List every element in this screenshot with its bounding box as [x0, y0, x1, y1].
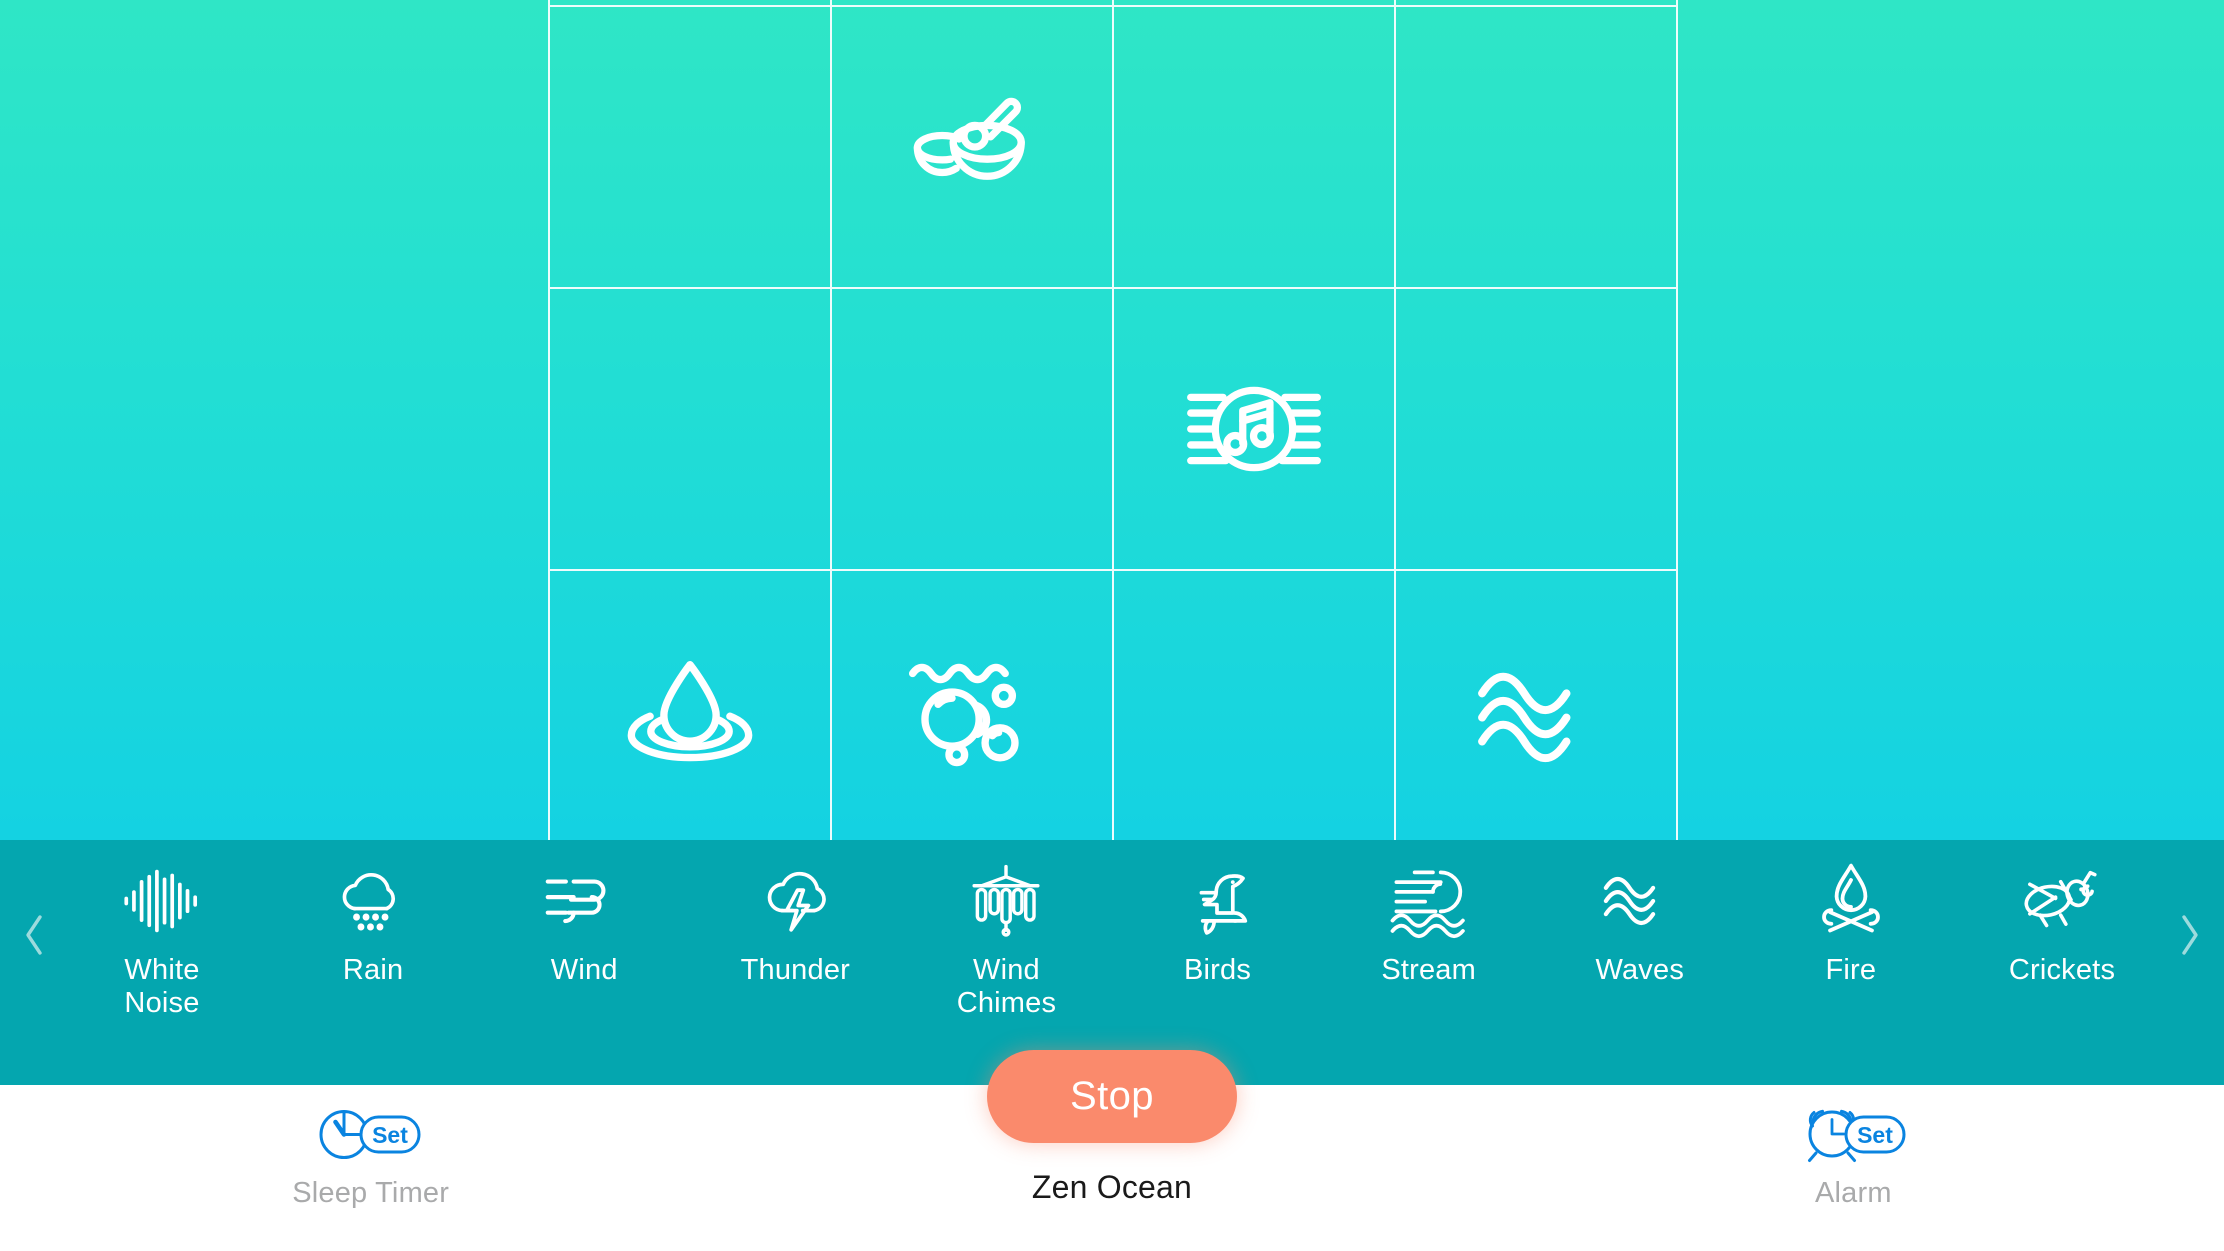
sleep-timer-button[interactable]: Set Sleep Timer — [0, 1085, 741, 1210]
sound-mixer-app: { "app": { "now_playing": "Zen Ocean", "… — [0, 0, 2224, 1251]
mixer-cell[interactable] — [1396, 289, 1678, 571]
alarm-button[interactable]: Set Alarm — [1483, 1085, 2224, 1210]
mixer-cell[interactable] — [832, 0, 1114, 7]
stop-button[interactable]: Stop — [987, 1050, 1237, 1143]
alarm-set-icon: Set — [1793, 1099, 1913, 1171]
mixer-cell-melody[interactable] — [1114, 289, 1396, 571]
mixer-cell-waves[interactable] — [1396, 571, 1678, 840]
thunder-cloud-icon — [749, 860, 841, 942]
sound-item-thunder[interactable]: Thunder — [697, 840, 893, 987]
singing-bowls-icon — [897, 72, 1047, 222]
waves-icon — [1461, 636, 1611, 786]
stream-icon — [1383, 860, 1475, 942]
mixer-cell[interactable] — [1114, 7, 1396, 289]
strip-next-button[interactable] — [2164, 840, 2216, 1085]
bubbles-icon — [896, 635, 1048, 787]
mixer-grid — [548, 0, 1678, 840]
now-playing-title: Zen Ocean — [1031, 1169, 1193, 1205]
water-drop-icon — [614, 635, 766, 787]
campfire-icon — [1805, 860, 1897, 942]
svg-text:Set: Set — [1857, 1122, 1893, 1148]
mixer-cell[interactable] — [1114, 571, 1396, 840]
mixer-cell[interactable] — [832, 289, 1114, 571]
mixer-cell[interactable] — [550, 7, 832, 289]
sound-item-birds[interactable]: Birds — [1120, 840, 1316, 987]
sound-item-white-noise[interactable]: White Noise — [64, 840, 260, 1020]
mixer-cell-singing-bowls[interactable] — [832, 7, 1114, 289]
sound-item-rain[interactable]: Rain — [275, 840, 471, 987]
white-noise-icon — [116, 860, 208, 942]
sound-item-label: Thunder — [740, 954, 851, 986]
sound-list: White Noise Rain Wind Thunder Wind Chime… — [60, 840, 2164, 1085]
sound-item-label: Waves — [1595, 954, 1685, 986]
chevron-left-icon — [20, 911, 48, 959]
mixer-cell[interactable] — [1396, 7, 1678, 289]
sound-item-label: Crickets — [2008, 954, 2116, 986]
sound-strip: White Noise Rain Wind Thunder Wind Chime… — [0, 840, 2224, 1085]
sound-item-wind-chimes[interactable]: Wind Chimes — [908, 840, 1104, 1020]
sound-item-label: Rain — [342, 954, 404, 986]
sound-item-label: Wind Chimes — [956, 954, 1057, 1019]
sound-item-fire[interactable]: Fire — [1753, 840, 1949, 987]
mixer-canvas — [0, 0, 2224, 840]
sound-item-label: White Noise — [124, 954, 200, 1019]
alarm-label: Alarm — [1814, 1177, 1892, 1209]
sound-item-stream[interactable]: Stream — [1331, 840, 1527, 987]
sound-item-waves[interactable]: Waves — [1542, 840, 1738, 987]
waves-icon — [1594, 860, 1686, 942]
sound-item-label: Birds — [1184, 954, 1252, 986]
melody-note-icon — [1179, 354, 1329, 504]
wind-icon — [538, 860, 630, 942]
mixer-cell[interactable] — [1396, 0, 1678, 7]
mixer-cell[interactable] — [1114, 0, 1396, 7]
svg-text:Set: Set — [372, 1122, 408, 1148]
timer-set-icon: Set — [311, 1099, 431, 1171]
chevron-right-icon — [2176, 911, 2204, 959]
sound-item-label: Wind — [550, 954, 618, 986]
sound-item-label: Stream — [1381, 954, 1476, 986]
bird-icon — [1172, 860, 1264, 942]
sound-item-label: Fire — [1825, 954, 1877, 986]
mixer-cell[interactable] — [550, 289, 832, 571]
sound-item-wind[interactable]: Wind — [486, 840, 682, 987]
sound-item-crickets[interactable]: Crickets — [1964, 840, 2160, 987]
strip-prev-button[interactable] — [8, 840, 60, 1085]
mixer-cell[interactable] — [550, 0, 832, 7]
mixer-cell-water-drop[interactable] — [550, 571, 832, 840]
cricket-icon — [2016, 860, 2108, 942]
wind-chimes-icon — [960, 860, 1052, 942]
rain-cloud-icon — [327, 860, 419, 942]
mixer-cell-bubbles[interactable] — [832, 571, 1114, 840]
sleep-timer-label: Sleep Timer — [292, 1177, 450, 1209]
